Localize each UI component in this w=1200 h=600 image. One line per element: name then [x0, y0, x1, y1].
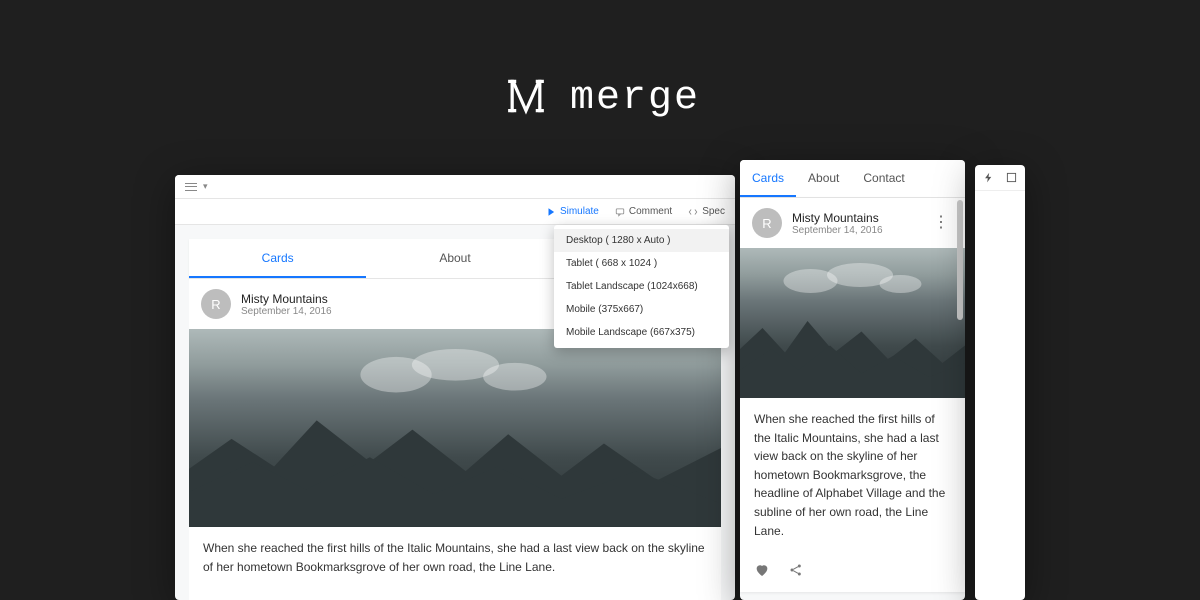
comment-button[interactable]: Comment — [615, 206, 672, 217]
play-icon — [546, 207, 556, 217]
brand-mark-icon — [500, 70, 552, 127]
simulate-button[interactable]: Simulate — [546, 206, 599, 217]
heart-icon[interactable] — [754, 562, 770, 578]
tab-about[interactable]: About — [366, 239, 543, 278]
tab-about[interactable]: About — [796, 160, 851, 197]
hamburger-icon[interactable] — [185, 183, 197, 191]
card-title: Misty Mountains — [792, 211, 919, 225]
card-image — [189, 329, 721, 527]
preview-window-collapsed — [975, 165, 1025, 600]
code-icon — [688, 207, 698, 217]
card-subtitle: September 14, 2016 — [792, 225, 919, 236]
content-card: R Misty Mountains September 14, 2016 ⋮ W… — [740, 198, 965, 592]
simulate-option-tablet[interactable]: Tablet ( 668 x 1024 ) — [554, 252, 729, 275]
avatar: R — [201, 289, 231, 319]
window-chrome: ▾ — [175, 175, 735, 199]
tab-cards[interactable]: Cards — [189, 239, 366, 278]
simulate-dropdown: Desktop ( 1280 x Auto ) Tablet ( 668 x 1… — [554, 225, 729, 348]
scrollbar[interactable] — [957, 200, 963, 594]
simulate-option-tablet-landscape[interactable]: Tablet Landscape (1024x668) — [554, 275, 729, 298]
simulate-option-mobile[interactable]: Mobile (375x667) — [554, 298, 729, 321]
card-actions — [189, 588, 721, 600]
spec-button[interactable]: Spec — [688, 206, 725, 217]
card-image — [740, 248, 965, 398]
chevron-down-icon[interactable]: ▾ — [203, 181, 208, 192]
avatar: R — [752, 208, 782, 238]
tab-cards[interactable]: Cards — [740, 160, 796, 197]
preview-window-mobile: Cards About Contact R Misty Mountains Se… — [740, 160, 965, 600]
card-actions — [740, 552, 965, 592]
expand-icon[interactable] — [1006, 172, 1017, 183]
simulate-option-mobile-landscape[interactable]: Mobile Landscape (667x375) — [554, 321, 729, 344]
comment-icon — [615, 207, 625, 217]
brand-logo: merge — [500, 70, 700, 127]
bolt-icon[interactable] — [983, 172, 994, 183]
card-body: When she reached the first hills of the … — [189, 527, 721, 588]
content-tabs-mobile: Cards About Contact — [740, 160, 965, 198]
card-body: When she reached the first hills of the … — [740, 398, 965, 552]
share-icon[interactable] — [788, 562, 804, 578]
simulate-option-desktop[interactable]: Desktop ( 1280 x Auto ) — [554, 229, 729, 252]
brand-name: merge — [570, 76, 700, 121]
preview-window-desktop: ▾ Simulate Comment Spec Desktop ( 1280 x… — [175, 175, 735, 600]
tab-contact[interactable]: Contact — [851, 160, 916, 197]
preview-toolbar: Simulate Comment Spec Desktop ( 1280 x A… — [175, 199, 735, 225]
